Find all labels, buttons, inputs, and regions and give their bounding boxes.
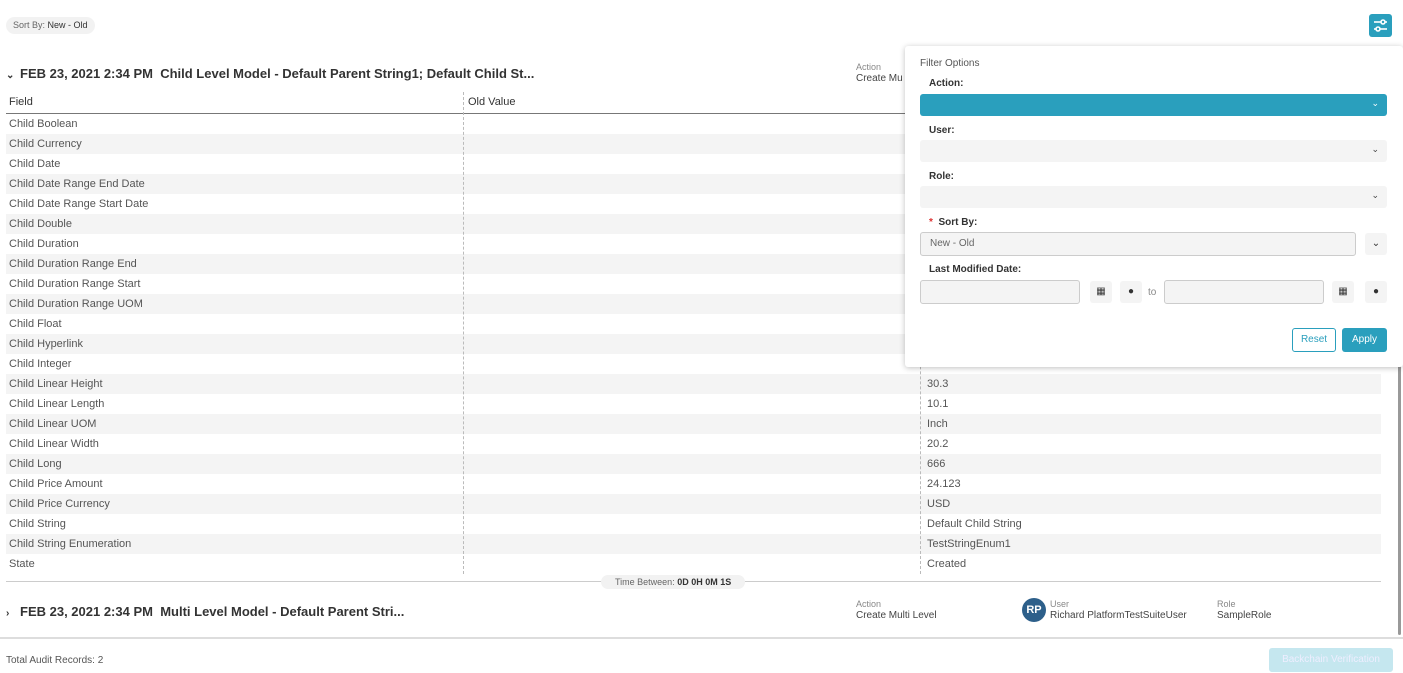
chevron-down-icon: ⌄ xyxy=(1371,98,1379,108)
sliders-icon xyxy=(1374,19,1387,32)
record-header-2[interactable]: › FEB 23, 2021 2:34 PM Multi Level Model … xyxy=(6,604,404,619)
table-row: Child String Default Child String xyxy=(6,514,1381,534)
field-cell: State xyxy=(9,558,35,570)
table-row: Child Linear Width 20.2 xyxy=(6,434,1381,454)
field-cell: Child Date Range Start Date xyxy=(9,198,149,210)
chevron-down-icon: ⌄ xyxy=(1371,190,1379,200)
field-cell: Child Duration Range UOM xyxy=(9,298,143,310)
field-cell: Child Price Amount xyxy=(9,478,103,490)
sort-by-dropdown-button[interactable]: ⌄ xyxy=(1365,233,1387,255)
chevron-right-icon: › xyxy=(6,608,10,619)
table-row: Child Long 666 xyxy=(6,454,1381,474)
table-row: Child Linear UOM Inch xyxy=(6,414,1381,434)
table-row: Child Linear Length 10.1 xyxy=(6,394,1381,414)
table-row: Child Price Amount 24.123 xyxy=(6,474,1381,494)
record-action: Action Create Mu xyxy=(856,62,903,84)
avatar: RP xyxy=(1022,598,1046,622)
field-cell: Child Currency xyxy=(9,138,82,150)
col-header-old-value: Old Value xyxy=(468,96,516,108)
apply-button[interactable]: Apply xyxy=(1342,328,1387,352)
field-cell: Child Linear UOM xyxy=(9,418,97,430)
action-select[interactable]: ⌄ xyxy=(920,94,1387,116)
footer-divider xyxy=(0,637,1403,639)
clock-icon[interactable]: ● xyxy=(1120,281,1142,303)
user-select[interactable]: ⌄ xyxy=(920,140,1387,162)
field-cell: Child Boolean xyxy=(9,118,78,130)
required-marker: * xyxy=(929,217,933,228)
record-title: Child Level Model - Default Parent Strin… xyxy=(160,66,535,81)
chevron-down-icon: ⌄ xyxy=(1371,238,1381,249)
record-user: User Richard PlatformTestSuiteUser xyxy=(1050,599,1187,621)
scrollbar[interactable] xyxy=(1398,360,1401,635)
chevron-down-icon: ⌄ xyxy=(6,70,15,81)
table-row: State Created xyxy=(6,554,1381,574)
new-value-cell: 666 xyxy=(927,458,946,470)
new-value-cell: USD xyxy=(927,498,951,510)
clock-icon[interactable]: ● xyxy=(1365,281,1387,303)
new-value-cell: Inch xyxy=(927,418,948,430)
new-value-cell: 20.2 xyxy=(927,438,949,450)
field-cell: Child Price Currency xyxy=(9,498,110,510)
table-row: Child Linear Height 30.3 xyxy=(6,374,1381,394)
field-cell: Child Long xyxy=(9,458,62,470)
record-header-1[interactable]: ⌄ FEB 23, 2021 2:34 PM Child Level Model … xyxy=(6,66,534,81)
reset-button[interactable]: Reset xyxy=(1292,328,1336,352)
sort-by-select[interactable]: New - Old xyxy=(920,232,1356,256)
field-cell: Child Duration Range End xyxy=(9,258,137,270)
record-datetime: FEB 23, 2021 2:34 PM xyxy=(20,604,153,619)
to-label: to xyxy=(1148,287,1157,298)
new-value-cell: Default Child String xyxy=(927,518,1022,530)
new-value-cell: 24.123 xyxy=(927,478,961,490)
user-label: User: xyxy=(929,125,955,136)
new-value-cell: TestStringEnum1 xyxy=(927,538,1011,550)
record-role: Role SampleRole xyxy=(1217,599,1272,621)
new-value-cell: 30.3 xyxy=(927,378,949,390)
field-cell: Child Linear Width xyxy=(9,438,99,450)
sort-by-label: Sort By: xyxy=(938,217,978,228)
popup-title: Filter Options xyxy=(920,58,980,69)
field-cell: Child String xyxy=(9,518,66,530)
column-divider xyxy=(463,92,464,574)
col-header-field: Field xyxy=(9,96,33,108)
field-cell: Child Integer xyxy=(9,358,72,370)
field-cell: Child Double xyxy=(9,218,72,230)
field-cell: Child Linear Length xyxy=(9,398,105,410)
field-cell: Child String Enumeration xyxy=(9,538,132,550)
record-action: Action Create Multi Level xyxy=(856,599,937,621)
field-cell: Child Hyperlink xyxy=(9,338,83,350)
calendar-icon[interactable]: ▦ xyxy=(1090,281,1112,303)
time-between-chip: Time Between: 0D 0H 0M 1S xyxy=(601,575,746,589)
calendar-icon[interactable]: ▦ xyxy=(1332,281,1354,303)
role-select[interactable]: ⌄ xyxy=(920,186,1387,208)
field-cell: Child Duration Range Start xyxy=(9,278,141,290)
record-title: Multi Level Model - Default Parent Stri.… xyxy=(160,604,405,619)
new-value-cell: Created xyxy=(927,558,967,570)
new-value-cell: 10.1 xyxy=(927,398,949,410)
sort-chip: Sort By: New - Old xyxy=(6,17,95,34)
table-row: Child String Enumeration TestStringEnum1 xyxy=(6,534,1381,554)
filter-button[interactable] xyxy=(1369,14,1392,37)
date-from-input[interactable] xyxy=(920,280,1080,304)
action-label: Action: xyxy=(929,78,964,89)
total-records: Total Audit Records: 2 xyxy=(6,655,104,666)
field-cell: Child Date Range End Date xyxy=(9,178,145,190)
field-cell: Child Duration xyxy=(9,238,79,250)
field-cell: Child Date xyxy=(9,158,61,170)
field-cell: Child Float xyxy=(9,318,62,330)
field-cell: Child Linear Height xyxy=(9,378,103,390)
sort-label: Sort By: xyxy=(13,20,46,30)
backchain-verification-button[interactable]: Backchain Verification xyxy=(1269,648,1393,672)
sort-value: New - Old xyxy=(47,20,88,30)
record-datetime: FEB 23, 2021 2:34 PM xyxy=(20,66,153,81)
date-to-input[interactable] xyxy=(1164,280,1324,304)
filter-options-popup: Filter Options Action: ⌄ User: ⌄ Role: ⌄… xyxy=(905,46,1403,367)
last-modified-label: Last Modified Date: xyxy=(929,264,1022,275)
role-label: Role: xyxy=(929,171,954,182)
table-row: Child Price Currency USD xyxy=(6,494,1381,514)
chevron-down-icon: ⌄ xyxy=(1371,144,1379,154)
